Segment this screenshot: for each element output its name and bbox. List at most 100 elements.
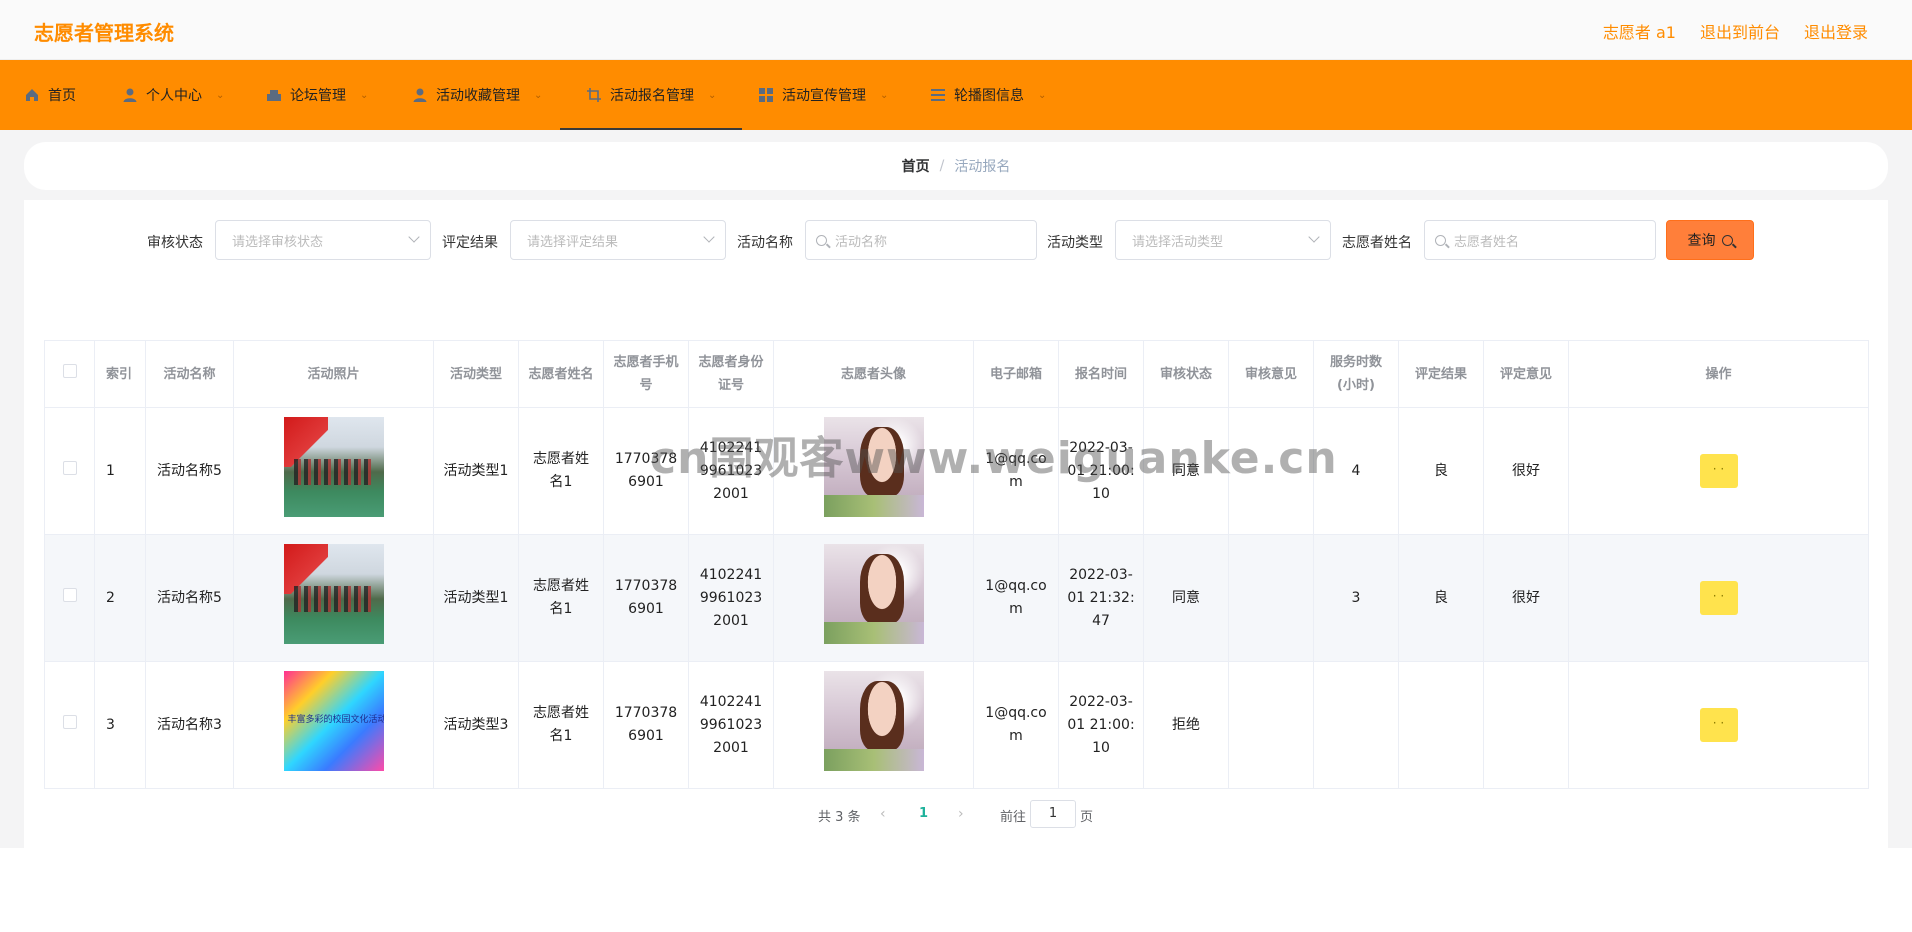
cell-activity-name: 活动名称5: [145, 407, 234, 535]
activity-type-select[interactable]: 请选择活动类型: [1115, 220, 1331, 260]
back-to-frontend-link[interactable]: 退出到前台: [1700, 19, 1780, 43]
search-icon: [816, 234, 827, 246]
current-user-label[interactable]: 志愿者 a1: [1603, 19, 1676, 43]
chevron-down-icon: ⌄: [360, 89, 369, 101]
chevron-down-icon: [1308, 231, 1320, 243]
nav-label: 活动报名管理: [610, 88, 694, 104]
photo-caption: 丰富多彩的校园文化活动: [287, 715, 384, 725]
cell-activity-photo: 丰富多彩的校园文化活动: [233, 661, 434, 789]
row-select-cell: [44, 407, 95, 535]
nav-label: 论坛管理: [290, 88, 346, 104]
activity-photo[interactable]: [283, 544, 384, 644]
row-action-button[interactable]: · ·: [1699, 708, 1738, 742]
page-unit-label: 页: [1080, 810, 1094, 825]
column-header: 评定意见: [1483, 340, 1569, 408]
evaluation-result-select[interactable]: 请选择评定结果: [510, 220, 726, 260]
cell-activity-type: 活动类型1: [433, 534, 519, 662]
cell-id-number: 410224199610232001: [688, 534, 774, 662]
chevron-down-icon: [408, 231, 420, 243]
column-header: 服务时数(小时): [1313, 340, 1399, 408]
main-nav: 首页 个人中心 ⌄ 论坛管理 ⌄ 活动收藏管理 ⌄ 活动报名管理 ⌄ 活动宣传管…: [0, 60, 1912, 130]
nav-item-personal-center[interactable]: 个人中心 ⌄: [122, 60, 224, 130]
evaluation-result-label: 评定结果: [442, 235, 498, 251]
evaluation-result-placeholder: 请选择评定结果: [527, 234, 619, 250]
column-header: 志愿者身份证号: [688, 340, 774, 408]
activity-name-input[interactable]: 活动名称: [805, 220, 1037, 260]
nav-item-home[interactable]: 首页: [24, 60, 76, 130]
cell-actions: · ·: [1568, 407, 1869, 535]
forum-icon: [267, 90, 281, 101]
cell-id-number: 410224199610232001: [688, 661, 774, 789]
goto-page-input[interactable]: 1: [1030, 800, 1076, 828]
activity-name-placeholder: 活动名称: [835, 234, 888, 250]
cell-signup-time: 2022-03-01 21:00:10: [1058, 661, 1144, 789]
cell-avatar: [773, 534, 974, 662]
row-action-button[interactable]: · ·: [1699, 454, 1738, 488]
cell-evaluation-result: 良: [1398, 407, 1484, 535]
cell-avatar: [773, 661, 974, 789]
crop-icon: [587, 88, 601, 102]
column-header: 审核意见: [1228, 340, 1314, 408]
page-number-1[interactable]: 1: [919, 806, 928, 821]
row-action-button[interactable]: · ·: [1699, 581, 1738, 615]
top-header: 志愿者管理系统 志愿者 a1 退出到前台 退出登录: [0, 0, 1912, 60]
cell-phone: 17703786901: [603, 661, 689, 789]
table-row: 2 活动名称5 活动类型1 志愿者姓名1 17703786901 4102241…: [44, 534, 1869, 662]
audit-status-select[interactable]: 请选择审核状态: [215, 220, 431, 260]
nav-item-activity-favorites[interactable]: 活动收藏管理 ⌄: [412, 60, 542, 130]
pagination: 共 3 条 ‹ 1 › 前往 1 页: [0, 800, 1912, 828]
chevron-down-icon: ⌄: [708, 89, 717, 101]
breadcrumb-current: 活动报名: [954, 159, 1011, 175]
cell-email: 1@qq.com: [973, 661, 1059, 789]
next-page-button[interactable]: ›: [958, 806, 964, 822]
cell-activity-name: 活动名称3: [145, 661, 234, 789]
nav-item-carousel-info[interactable]: 轮播图信息 ⌄: [930, 60, 1046, 130]
volunteer-name-label: 志愿者姓名: [1342, 235, 1412, 251]
row-checkbox[interactable]: [62, 714, 77, 729]
nav-label: 首页: [48, 88, 76, 104]
cell-audit-opinion: [1228, 534, 1314, 662]
home-icon: [26, 89, 38, 101]
volunteer-avatar[interactable]: [823, 544, 924, 644]
cell-index: 2: [94, 534, 146, 662]
cell-evaluation-opinion: [1483, 661, 1569, 789]
nav-item-activity-signup[interactable]: 活动报名管理 ⌄: [559, 60, 743, 130]
cell-evaluation-opinion: 很好: [1483, 407, 1569, 535]
nav-label: 个人中心: [146, 88, 202, 104]
nav-item-forum[interactable]: 论坛管理 ⌄: [266, 60, 368, 130]
table-row: 3 活动名称3 丰富多彩的校园文化活动 活动类型3 志愿者姓名1 1770378…: [44, 661, 1869, 789]
row-checkbox[interactable]: [62, 587, 77, 602]
logout-link[interactable]: 退出登录: [1804, 19, 1868, 43]
volunteer-avatar[interactable]: [823, 671, 924, 771]
row-checkbox[interactable]: [62, 460, 77, 475]
cell-evaluation-result: [1398, 661, 1484, 789]
cell-audit-opinion: [1228, 661, 1314, 789]
cell-service-hours: 3: [1313, 534, 1399, 662]
nav-item-activity-promotion[interactable]: 活动宣传管理 ⌄: [758, 60, 888, 130]
breadcrumb-home[interactable]: 首页: [902, 156, 930, 176]
chevron-down-icon: ⌄: [534, 89, 543, 101]
goto-label: 前往: [1000, 810, 1027, 825]
row-select-cell: [44, 661, 95, 789]
column-header: 活动照片: [233, 340, 434, 408]
user-icon: [123, 88, 137, 102]
nav-label: 活动宣传管理: [782, 88, 866, 104]
activity-photo[interactable]: 丰富多彩的校园文化活动: [283, 671, 384, 771]
pagination-total: 共 3 条: [818, 810, 861, 825]
chevron-down-icon: [703, 231, 715, 243]
activity-type-placeholder: 请选择活动类型: [1132, 234, 1224, 250]
nav-label: 轮播图信息: [954, 88, 1024, 104]
activity-photo[interactable]: [283, 417, 384, 517]
column-header: 索引: [94, 340, 146, 408]
cell-volunteer-name: 志愿者姓名1: [518, 661, 604, 789]
cell-activity-photo: [233, 534, 434, 662]
cell-phone: 17703786901: [603, 534, 689, 662]
cell-activity-photo: [233, 407, 434, 535]
prev-page-button[interactable]: ‹: [880, 806, 886, 822]
query-button[interactable]: 查询: [1666, 220, 1754, 260]
column-header: 志愿者手机号: [603, 340, 689, 408]
volunteer-name-input[interactable]: 志愿者姓名: [1424, 220, 1656, 260]
query-button-label: 查询: [1687, 233, 1716, 249]
select-all-checkbox[interactable]: [62, 363, 77, 378]
column-header: 评定结果: [1398, 340, 1484, 408]
